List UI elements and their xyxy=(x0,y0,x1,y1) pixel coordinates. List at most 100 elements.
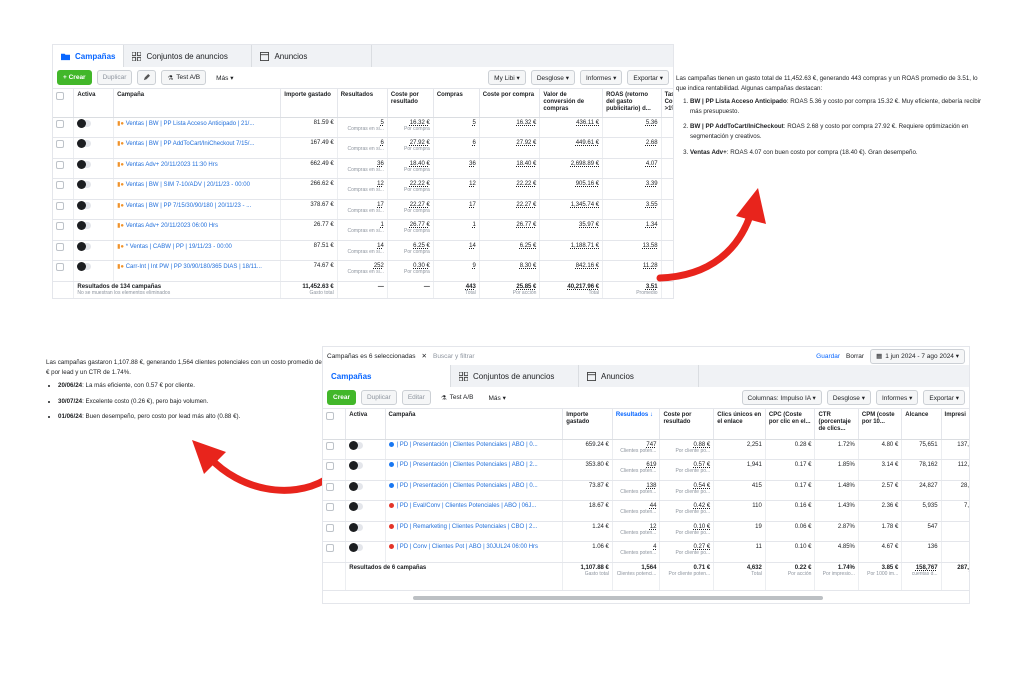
cost-per-result-cell-value[interactable]: 0.54 € xyxy=(694,483,711,489)
active-toggle[interactable] xyxy=(77,262,92,272)
filter-chip[interactable]: Campañas es 6 seleccionadas xyxy=(327,353,416,360)
cost-per-purchase-cell-value[interactable]: 27.92 € xyxy=(516,140,536,146)
ab-test-button[interactable]: ⚗ Test A/B xyxy=(161,70,207,85)
row-checkbox[interactable] xyxy=(326,462,334,470)
purchases-cell-value[interactable]: 14 xyxy=(469,243,476,249)
row-checkbox[interactable] xyxy=(56,140,64,149)
more-button[interactable]: Más ▾ xyxy=(484,390,511,405)
purchase-value-cell-value[interactable]: 436.11 € xyxy=(576,120,599,126)
col-campaign[interactable]: Campaña xyxy=(113,89,282,118)
campaign-name-link[interactable]: Ventas Adv+ 20/11/2023 11:30 Hrs xyxy=(126,162,218,168)
reports-button[interactable]: Informes ▾ xyxy=(876,390,919,405)
more-button[interactable]: Más ▾ xyxy=(211,70,238,85)
col-reach[interactable]: Alcance xyxy=(901,409,942,440)
results-cell-value[interactable]: 14 xyxy=(377,243,384,249)
cost-per-purchase-cell-value[interactable]: 6.25 € xyxy=(520,243,537,249)
active-toggle[interactable] xyxy=(77,221,92,231)
active-toggle[interactable] xyxy=(77,200,92,210)
tab-ads[interactable]: Anuncios xyxy=(579,365,699,387)
tab-ads[interactable]: Anuncios xyxy=(252,45,373,67)
cost-per-result-cell-value[interactable]: 6.25 € xyxy=(413,243,430,249)
active-toggle[interactable] xyxy=(349,481,364,491)
roas-cell-value[interactable]: 5.36 xyxy=(646,120,658,126)
export-button[interactable]: Exportar ▾ xyxy=(627,70,669,85)
row-checkbox[interactable] xyxy=(56,242,64,251)
breakdown-button[interactable]: Desglose ▾ xyxy=(826,390,871,405)
row-checkbox[interactable] xyxy=(56,181,64,190)
edit-button[interactable]: Editar xyxy=(401,390,431,405)
col-conversion-rate[interactable]: Tasa d Conve >1% xyxy=(661,89,673,118)
search-filter-input[interactable]: Buscar y filtrar xyxy=(433,353,475,360)
cost-per-result-cell-value[interactable]: 0.88 € xyxy=(694,442,711,448)
row-checkbox[interactable] xyxy=(326,544,334,552)
campaign-name-link[interactable]: Ventas Adv+ 20/11/2023 06:00 Hrs xyxy=(126,223,218,229)
active-toggle[interactable] xyxy=(77,118,92,128)
total-purchases-value[interactable]: 443 xyxy=(466,284,476,290)
campaign-name-link[interactable]: Ventas | BW | PP 7/15/30/90/180 | 20/11/… xyxy=(126,203,252,209)
campaign-name-link[interactable]: Ventas | BW | PP Lista Acceso Anticipado… xyxy=(126,121,255,127)
breakdown-button[interactable]: Desglose ▾ xyxy=(530,70,575,85)
purchase-value-cell-value[interactable]: 35.97 € xyxy=(579,222,599,228)
purchase-value-cell-value[interactable]: 1,188.71 € xyxy=(571,243,599,249)
roas-cell-value[interactable]: 4.07 xyxy=(646,161,658,167)
cost-per-purchase-cell-value[interactable]: 26.77 € xyxy=(516,222,536,228)
cost-per-result-cell-value[interactable]: 16.32 € xyxy=(410,120,430,126)
campaign-name-link[interactable]: Carr-Int | Int PW | PP 30/90/180/365 DIA… xyxy=(126,264,262,270)
row-checkbox[interactable] xyxy=(326,482,334,491)
cost-per-result-cell-value[interactable]: 22.27 € xyxy=(410,202,430,208)
purchase-value-cell-value[interactable]: 449.61 € xyxy=(576,140,599,146)
roas-cell-value[interactable]: 2.68 xyxy=(646,140,658,146)
date-range-picker[interactable]: ▦ 1 jun 2024 - 7 ago 2024 ▾ xyxy=(870,348,965,364)
purchase-value-cell-value[interactable]: 1,345.74 € xyxy=(571,202,599,208)
reports-button[interactable]: Informes ▾ xyxy=(580,70,623,85)
save-filter-link[interactable]: Guardar xyxy=(816,353,840,360)
purchase-value-cell-value[interactable]: 2,698.89 € xyxy=(571,161,599,167)
create-button[interactable]: + Crear xyxy=(57,70,92,85)
active-toggle[interactable] xyxy=(349,461,364,470)
col-results[interactable]: Resultados xyxy=(337,89,388,118)
col-results[interactable]: Resultados ↓ xyxy=(612,409,661,440)
col-unique-clicks[interactable]: Clics únicos en el enlace xyxy=(713,409,766,440)
clear-filter-link[interactable]: Borrar xyxy=(846,353,864,360)
purchases-cell-value[interactable]: 1 xyxy=(472,222,475,228)
col-purchases[interactable]: Compras xyxy=(433,89,480,118)
results-cell-value[interactable]: 747 xyxy=(646,442,656,448)
col-roas[interactable]: ROAS (retorno del gasto publicitario) d.… xyxy=(602,89,662,118)
row-checkbox[interactable] xyxy=(56,160,64,169)
clear-filter-icon[interactable]: ✕ xyxy=(422,352,427,360)
row-checkbox[interactable] xyxy=(326,503,334,511)
cost-per-purchase-cell-value[interactable]: 16.32 € xyxy=(516,120,536,126)
col-active[interactable]: Activa xyxy=(345,409,386,440)
col-cost-per-purchase[interactable]: Coste por compra xyxy=(479,89,541,118)
results-cell-value[interactable]: 5 xyxy=(381,120,384,126)
results-cell-value[interactable]: 17 xyxy=(377,202,384,208)
purchase-value-cell-value[interactable]: 842.16 € xyxy=(576,263,599,269)
tab-campaigns[interactable]: Campañas xyxy=(53,45,125,67)
select-all-checkbox[interactable] xyxy=(326,412,334,420)
select-all-header[interactable] xyxy=(53,89,75,118)
results-cell-value[interactable]: 12 xyxy=(650,524,657,530)
active-toggle[interactable] xyxy=(349,522,364,532)
campaign-name-link[interactable]: | PD | Presentación | Clientes Potencial… xyxy=(397,442,538,448)
tab-adsets[interactable]: Conjuntos de anuncios xyxy=(451,365,579,387)
col-spend[interactable]: Importe gastado xyxy=(562,409,613,440)
edit-pencil-button[interactable] xyxy=(137,70,157,85)
purchases-cell-value[interactable]: 5 xyxy=(472,120,475,126)
select-all-checkbox[interactable] xyxy=(56,92,64,100)
select-all-header[interactable] xyxy=(323,409,347,440)
col-active[interactable]: Activa xyxy=(73,89,115,118)
active-toggle[interactable] xyxy=(77,180,92,190)
purchases-cell-value[interactable]: 12 xyxy=(469,181,476,187)
total-cost-per-purchase-value[interactable]: 25.85 € xyxy=(516,284,536,290)
tab-adsets[interactable]: Conjuntos de anuncios xyxy=(124,45,253,67)
tab-campaigns[interactable]: Campañas xyxy=(323,365,451,387)
col-cpm[interactable]: CPM (coste por 10... xyxy=(858,409,903,440)
active-toggle[interactable] xyxy=(77,159,92,169)
cost-per-purchase-cell-value[interactable]: 8.30 € xyxy=(520,263,537,269)
ab-test-button[interactable]: ⚗ Test A/B xyxy=(436,390,479,405)
create-button[interactable]: Crear xyxy=(327,390,356,405)
campaign-name-link[interactable]: | PD | Presentación | Clientes Potencial… xyxy=(397,462,538,468)
columns-button[interactable]: My Libi ▾ xyxy=(488,70,526,85)
duplicate-button[interactable]: Duplicar xyxy=(360,390,397,405)
horizontal-scrollbar[interactable] xyxy=(413,596,823,600)
